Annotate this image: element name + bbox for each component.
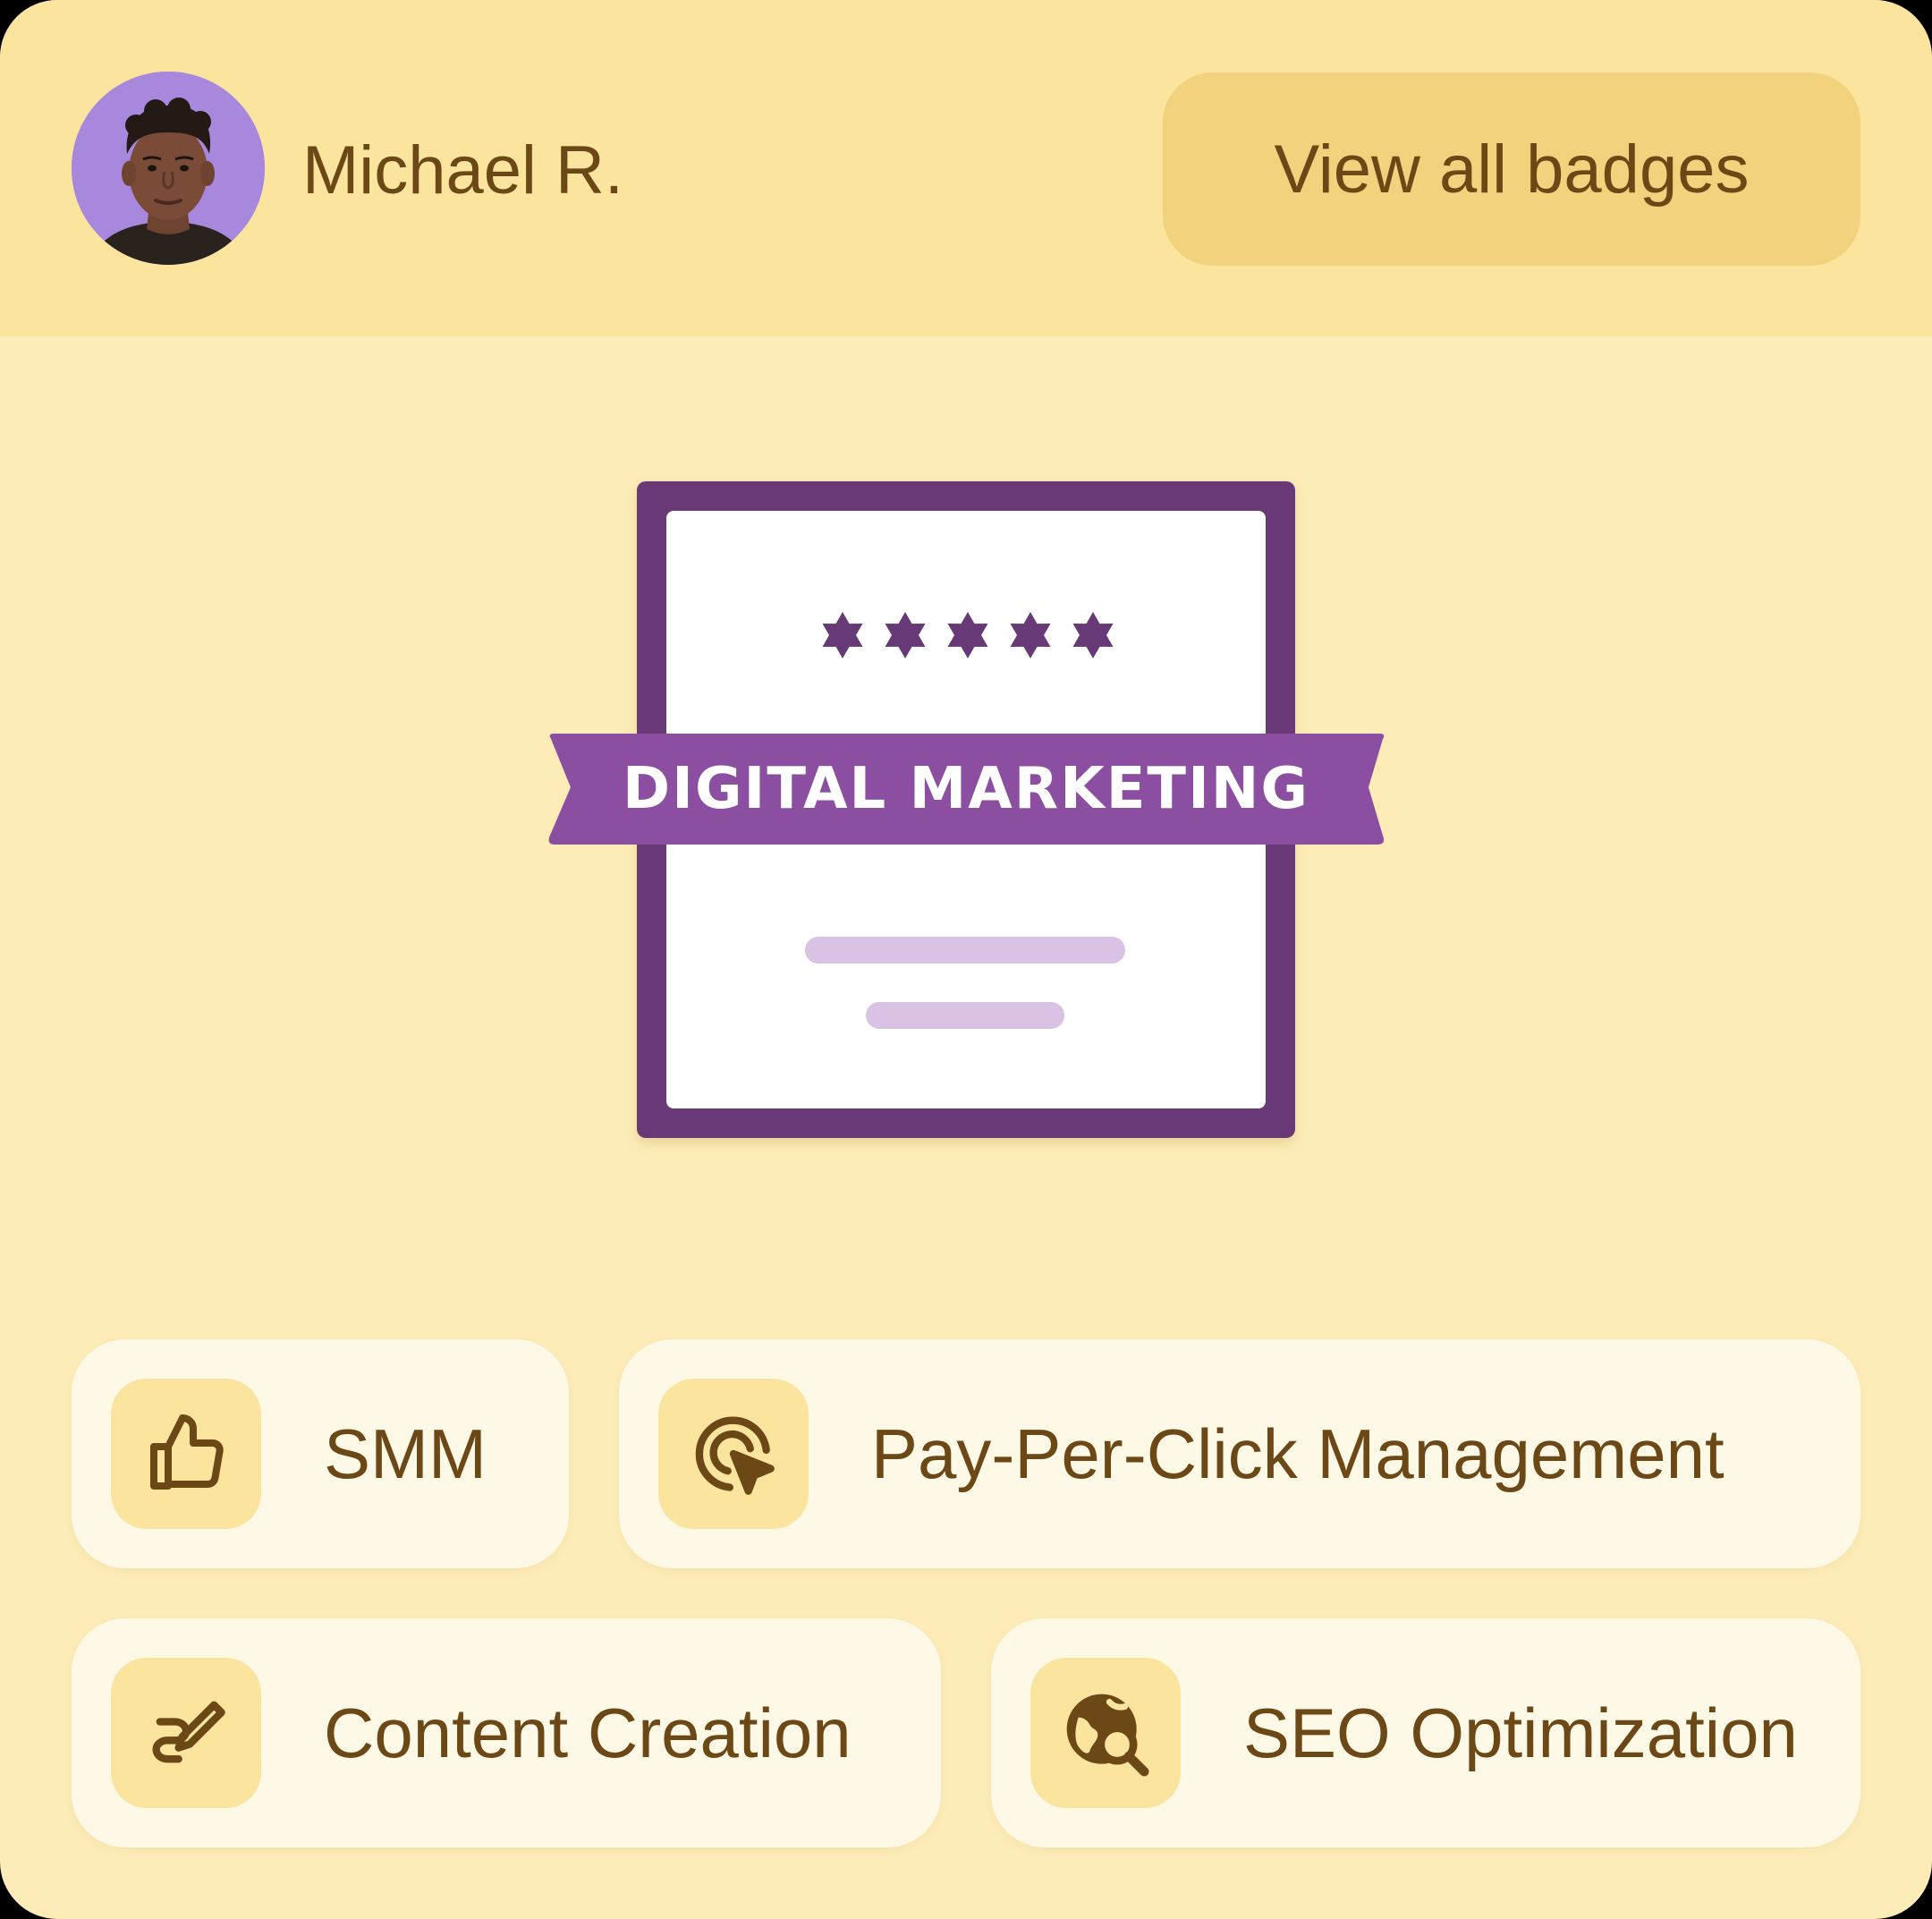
user-name: Michael R. xyxy=(302,132,623,208)
target-cursor-icon xyxy=(658,1379,809,1529)
avatar[interactable] xyxy=(72,72,265,265)
skill-label: SEO Optimization xyxy=(1243,1693,1798,1772)
skill-pill-smm[interactable]: SMM xyxy=(72,1339,569,1568)
digital-marketing-badge: DIGITAL MARKETING xyxy=(548,481,1385,1138)
skill-pill-ppc[interactable]: Pay-Per-Click Management xyxy=(619,1339,1860,1568)
skill-pill-seo[interactable]: SEO Optimization xyxy=(991,1618,1860,1847)
badge-line xyxy=(866,1002,1064,1029)
skill-label: Content Creation xyxy=(324,1693,852,1772)
profile-header: Michael R. View all badges xyxy=(0,0,1932,336)
avatar-photo xyxy=(72,72,265,265)
badge-title: DIGITAL MARKETING xyxy=(623,756,1309,822)
pen-scribble-icon xyxy=(111,1658,261,1808)
skill-label: Pay-Per-Click Management xyxy=(871,1414,1724,1493)
globe-search-icon xyxy=(1030,1658,1181,1808)
view-all-badges-button[interactable]: View all badges xyxy=(1163,72,1860,266)
thumbs-up-icon xyxy=(111,1379,261,1529)
skill-pill-content-creation[interactable]: Content Creation xyxy=(72,1618,941,1847)
badge-line xyxy=(805,937,1125,964)
skill-label: SMM xyxy=(324,1414,487,1493)
badge-card: Michael R. View all badges DIGITAL MARKE… xyxy=(0,0,1932,1919)
